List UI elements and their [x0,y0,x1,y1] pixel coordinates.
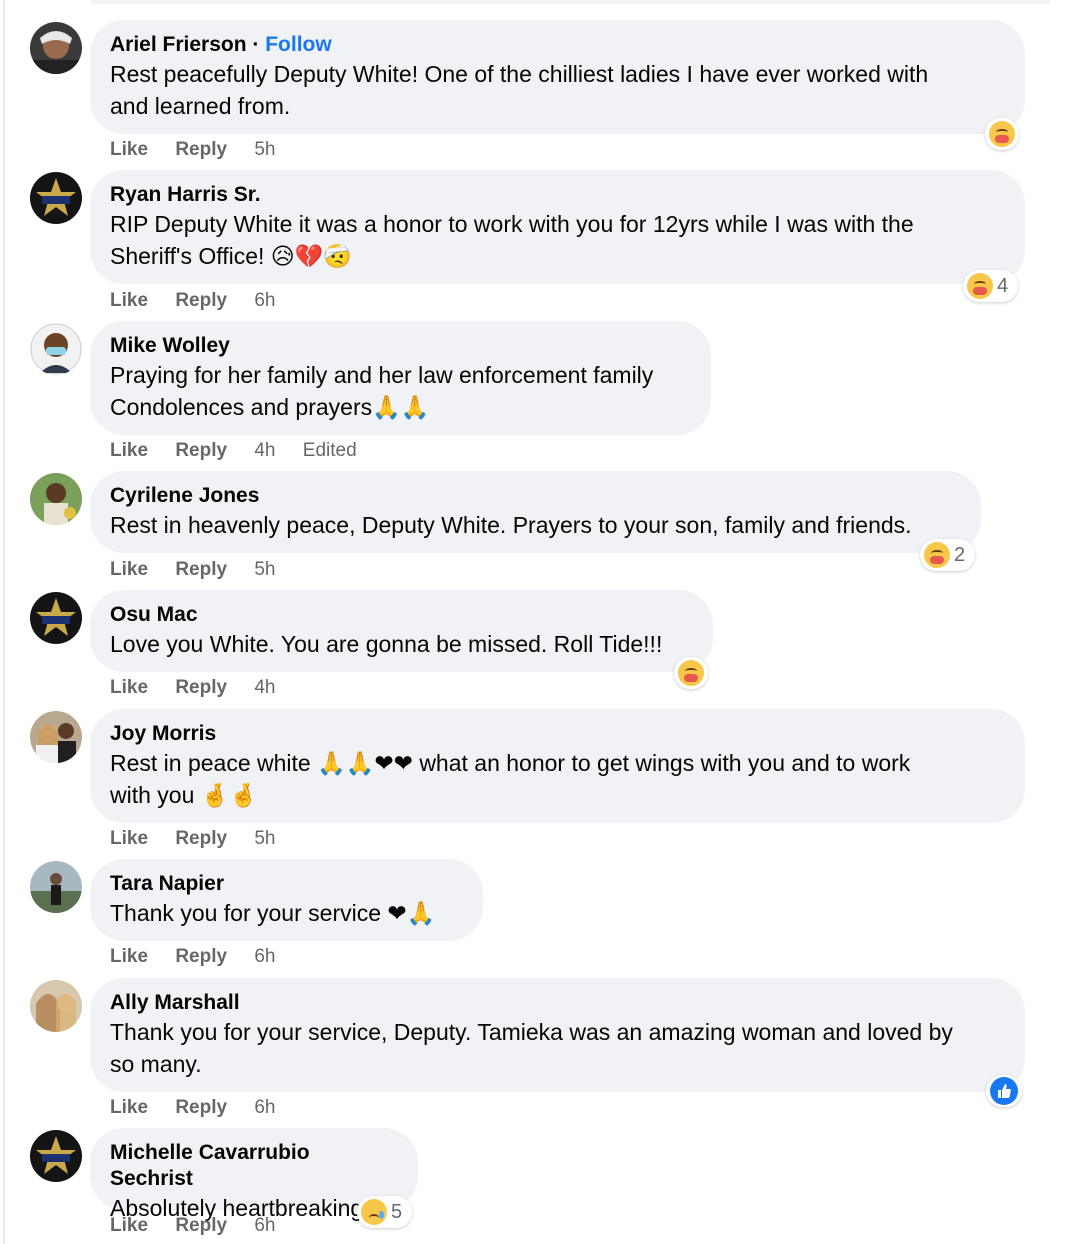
timestamp[interactable]: 6h [254,1215,275,1236]
like-button[interactable]: Like [110,677,148,698]
like-button[interactable]: Like [110,946,148,967]
author-name[interactable]: Ariel Frierson [110,33,247,56]
comment-bubble: Tara Napier Thank you for your service ❤… [90,859,483,941]
comment-text: Rest in heavenly peace, Deputy White. Pr… [110,512,912,538]
comment-bubble: Ally Marshall Thank you for your service… [90,978,1025,1092]
timestamp[interactable]: 5h [254,559,275,580]
like-button[interactable]: Like [110,828,148,849]
avatar[interactable] [30,1130,82,1182]
comment-text: Rest peacefully Deputy White! One of the… [110,61,929,87]
reaction-summary[interactable]: 4 [963,270,1019,302]
thread-line [3,0,5,1244]
edited-label[interactable]: Edited [303,440,357,461]
care-icon [989,121,1015,147]
comment-text: so many. [110,1051,202,1077]
avatar[interactable] [30,711,82,763]
reaction-summary[interactable]: 5 [357,1196,413,1228]
like-button[interactable]: Like [110,1097,148,1118]
author-name[interactable]: Ally Marshall [110,990,1005,1016]
reply-button[interactable]: Reply [175,1097,227,1118]
care-icon [924,542,950,568]
timestamp[interactable]: 6h [254,1097,275,1118]
comment-text: Condolences and prayers🙏🙏 [110,394,430,420]
avatar[interactable] [30,861,82,913]
author-name[interactable]: Michelle Cavarrubio Sechrist [110,1140,398,1192]
author-name[interactable]: Osu Mac [110,602,693,628]
like-button[interactable]: Like [110,139,148,160]
comment-bubble: Ariel Frierson · Follow Rest peacefully … [90,20,1025,134]
comment-text: RIP Deputy White it was a honor to work … [110,211,914,237]
reaction-summary[interactable] [674,657,708,689]
reply-button[interactable]: Reply [175,946,227,967]
follow-link[interactable]: Follow [265,33,332,56]
comment-bubble: Joy Morris Rest in peace white 🙏🙏❤❤ what… [90,709,1025,823]
timestamp[interactable]: 6h [254,290,275,311]
reaction-summary[interactable] [985,118,1019,150]
comment-text: Praying for her family and her law enfor… [110,362,654,388]
avatar[interactable] [30,172,82,224]
reply-button[interactable]: Reply [175,677,227,698]
avatar[interactable] [30,323,82,375]
avatar[interactable] [30,22,82,74]
avatar[interactable] [30,592,82,644]
comment-bubble: Cyrilene Jones Rest in heavenly peace, D… [90,471,981,553]
author-name[interactable]: Cyrilene Jones [110,483,961,509]
avatar[interactable] [30,473,82,525]
comment-bubble: Osu Mac Love you White. You are gonna be… [90,590,713,672]
sad-icon [361,1199,387,1225]
timestamp[interactable]: 5h [254,139,275,160]
reply-button[interactable]: Reply [175,559,227,580]
author-name[interactable]: Mike Wolley [110,333,691,359]
reply-button[interactable]: Reply [175,139,227,160]
timestamp[interactable]: 5h [254,828,275,849]
author-name[interactable]: Ryan Harris Sr. [110,182,1005,208]
comment-bubble: Mike Wolley Praying for her family and h… [90,321,711,435]
comment-text: Thank you for your service ❤🙏 [110,900,436,926]
reaction-count: 2 [954,543,966,566]
timestamp[interactable]: 4h [254,440,275,461]
reply-button[interactable]: Reply [175,290,227,311]
care-icon [967,273,993,299]
like-button[interactable]: Like [110,1215,148,1236]
reaction-summary[interactable] [986,1075,1022,1107]
reaction-summary[interactable]: 2 [920,539,976,571]
comment-text: Rest in peace white 🙏🙏❤❤ what an honor t… [110,750,911,776]
comment-text: Love you White. You are gonna be missed.… [110,631,663,657]
comment-bubble: Ryan Harris Sr. RIP Deputy White it was … [90,170,1025,284]
like-button[interactable]: Like [110,559,148,580]
avatar[interactable] [30,980,82,1032]
reply-button[interactable]: Reply [175,828,227,849]
reaction-count: 4 [997,274,1009,297]
like-icon [990,1077,1018,1105]
comment-text: and learned from. [110,93,291,119]
reply-button[interactable]: Reply [175,1215,227,1236]
reaction-count: 5 [391,1200,403,1223]
author-name[interactable]: Joy Morris [110,721,1005,747]
comment-text: with you 🤞🤞 [110,782,259,808]
care-icon [678,660,704,686]
like-button[interactable]: Like [110,290,148,311]
timestamp[interactable]: 4h [254,677,275,698]
comment-text: Sheriff's Office! 😥💔🤕 [110,243,353,269]
like-button[interactable]: Like [110,440,148,461]
author-name[interactable]: Tara Napier [110,871,463,897]
comment-text: Thank you for your service, Deputy. Tami… [110,1019,953,1045]
timestamp[interactable]: 6h [254,946,275,967]
previous-comment-edge [0,0,1084,5]
reply-button[interactable]: Reply [175,440,227,461]
